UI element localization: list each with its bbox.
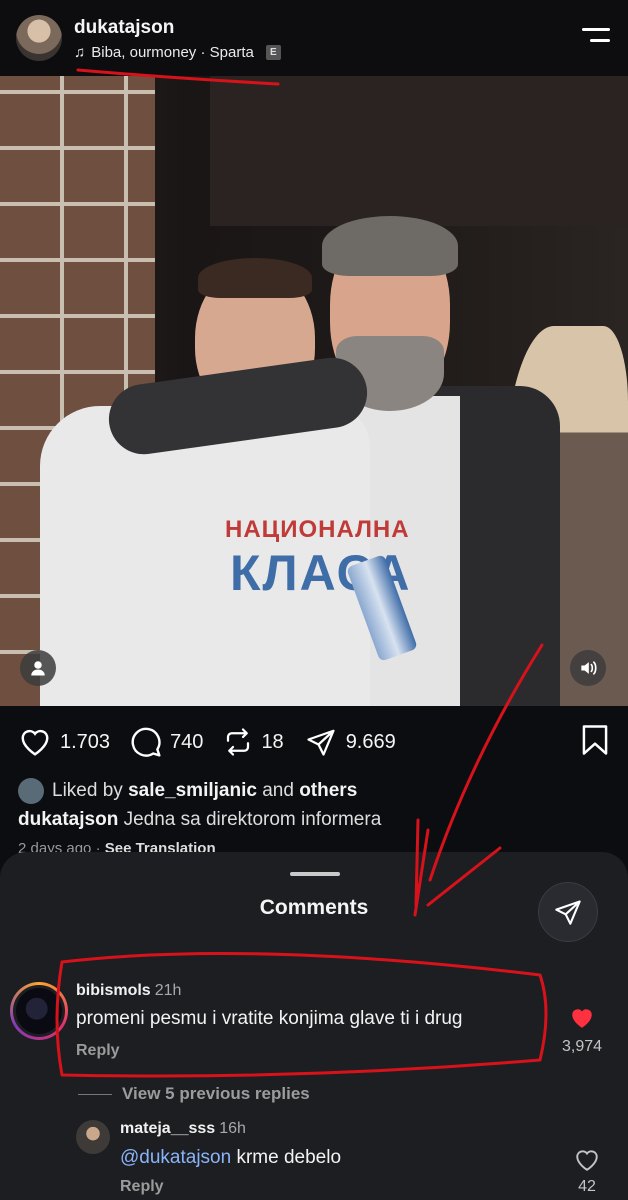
reply-reply-button[interactable]: Reply — [120, 1178, 164, 1196]
view-replies-button[interactable]: View 5 previous replies — [78, 1084, 310, 1104]
heart-icon — [576, 1150, 598, 1171]
reply-like-count: 42 — [578, 1178, 596, 1195]
repost-icon — [227, 728, 250, 756]
tagged-users-button[interactable] — [20, 650, 56, 686]
share-comments-button[interactable] — [538, 882, 598, 942]
comment-username[interactable]: bibismols 21h — [76, 982, 181, 1000]
comment-like-count: 3,974 — [562, 1038, 603, 1055]
hair-left — [198, 258, 312, 298]
liker-avatar — [18, 778, 44, 804]
comment-bubble-icon — [131, 727, 161, 757]
reply-text-body: krme debelo — [236, 1147, 342, 1168]
repost-count: 18 — [261, 730, 284, 753]
comment-time: 21h — [154, 982, 182, 999]
share-count: 9.669 — [345, 730, 396, 753]
like-count: 1.703 — [60, 730, 111, 753]
hair-right — [322, 216, 458, 276]
speaker-icon — [581, 661, 597, 675]
comment-button[interactable]: 740 — [130, 726, 203, 758]
sound-toggle-button[interactable] — [570, 650, 606, 686]
comment-text: promeni pesmu i vratite konjima glave ti… — [76, 1008, 463, 1029]
music-text: Biba, ourmoney · Sparta — [91, 44, 254, 61]
post-header: dukatajson ♫ Biba, ourmoney · Sparta E — [0, 0, 628, 76]
reply-avatar[interactable] — [76, 1120, 110, 1154]
reply-button[interactable]: Reply — [76, 1042, 120, 1060]
send-icon — [555, 900, 581, 925]
explicit-badge: E — [265, 45, 281, 60]
comment-like[interactable]: 3,974 — [562, 1006, 602, 1056]
caption-text: Jedna sa direktorom informera — [123, 809, 382, 830]
repost-button[interactable]: 18 — [223, 727, 284, 757]
reply-like[interactable]: 42 — [574, 1148, 600, 1196]
commenter-avatar[interactable] — [10, 982, 68, 1040]
menu-icon[interactable] — [582, 28, 610, 48]
person-icon — [31, 661, 45, 676]
reply-text: @dukatajson krme debelo — [120, 1147, 341, 1169]
sheet-title: Comments — [259, 896, 369, 919]
sheet-grabber[interactable] — [290, 872, 340, 876]
view-replies-label: View 5 previous replies — [122, 1084, 310, 1103]
reply-time: 16h — [219, 1120, 246, 1137]
like-button[interactable]: 1.703 — [18, 727, 110, 757]
music-row[interactable]: ♫ Biba, ourmoney · Sparta E — [74, 44, 281, 61]
liked-by-others[interactable]: others — [299, 780, 357, 802]
post-photo[interactable]: НАЦИОНАЛНА КЛАСА — [0, 76, 628, 706]
comment-item: bibismols 21h promeni pesmu i vratite kon… — [0, 980, 628, 1080]
author-avatar[interactable] — [16, 15, 62, 61]
bookmark-button[interactable] — [580, 724, 610, 761]
liked-by-row[interactable]: Liked by sale_smiljanic and others — [18, 778, 357, 804]
mention-link[interactable]: @dukatajson — [120, 1147, 231, 1168]
caption-author[interactable]: dukatajson — [18, 809, 118, 830]
liked-by-user[interactable]: sale_smiljanic — [128, 780, 257, 802]
ceiling-beam — [210, 76, 628, 226]
liked-by-prefix: Liked by — [52, 780, 123, 801]
author-username[interactable]: dukatajson — [74, 17, 174, 39]
post-caption: dukatajson Jedna sa direktorom informera — [18, 809, 381, 831]
liked-by-and: and — [262, 780, 294, 801]
comment-count: 740 — [170, 730, 204, 753]
comments-sheet: Comments bibismols 21h promeni pesmu i vr… — [0, 852, 628, 1200]
reply-username[interactable]: mateja__sss 16h — [120, 1120, 246, 1138]
heart-icon — [21, 729, 49, 756]
send-icon — [307, 729, 335, 756]
bookmark-icon — [582, 725, 608, 755]
share-button[interactable]: 9.669 — [304, 727, 396, 757]
shirt-text-line1: НАЦИОНАЛНА — [225, 516, 410, 543]
heart-filled-icon — [572, 1009, 592, 1028]
music-note-icon: ♫ — [74, 44, 86, 61]
